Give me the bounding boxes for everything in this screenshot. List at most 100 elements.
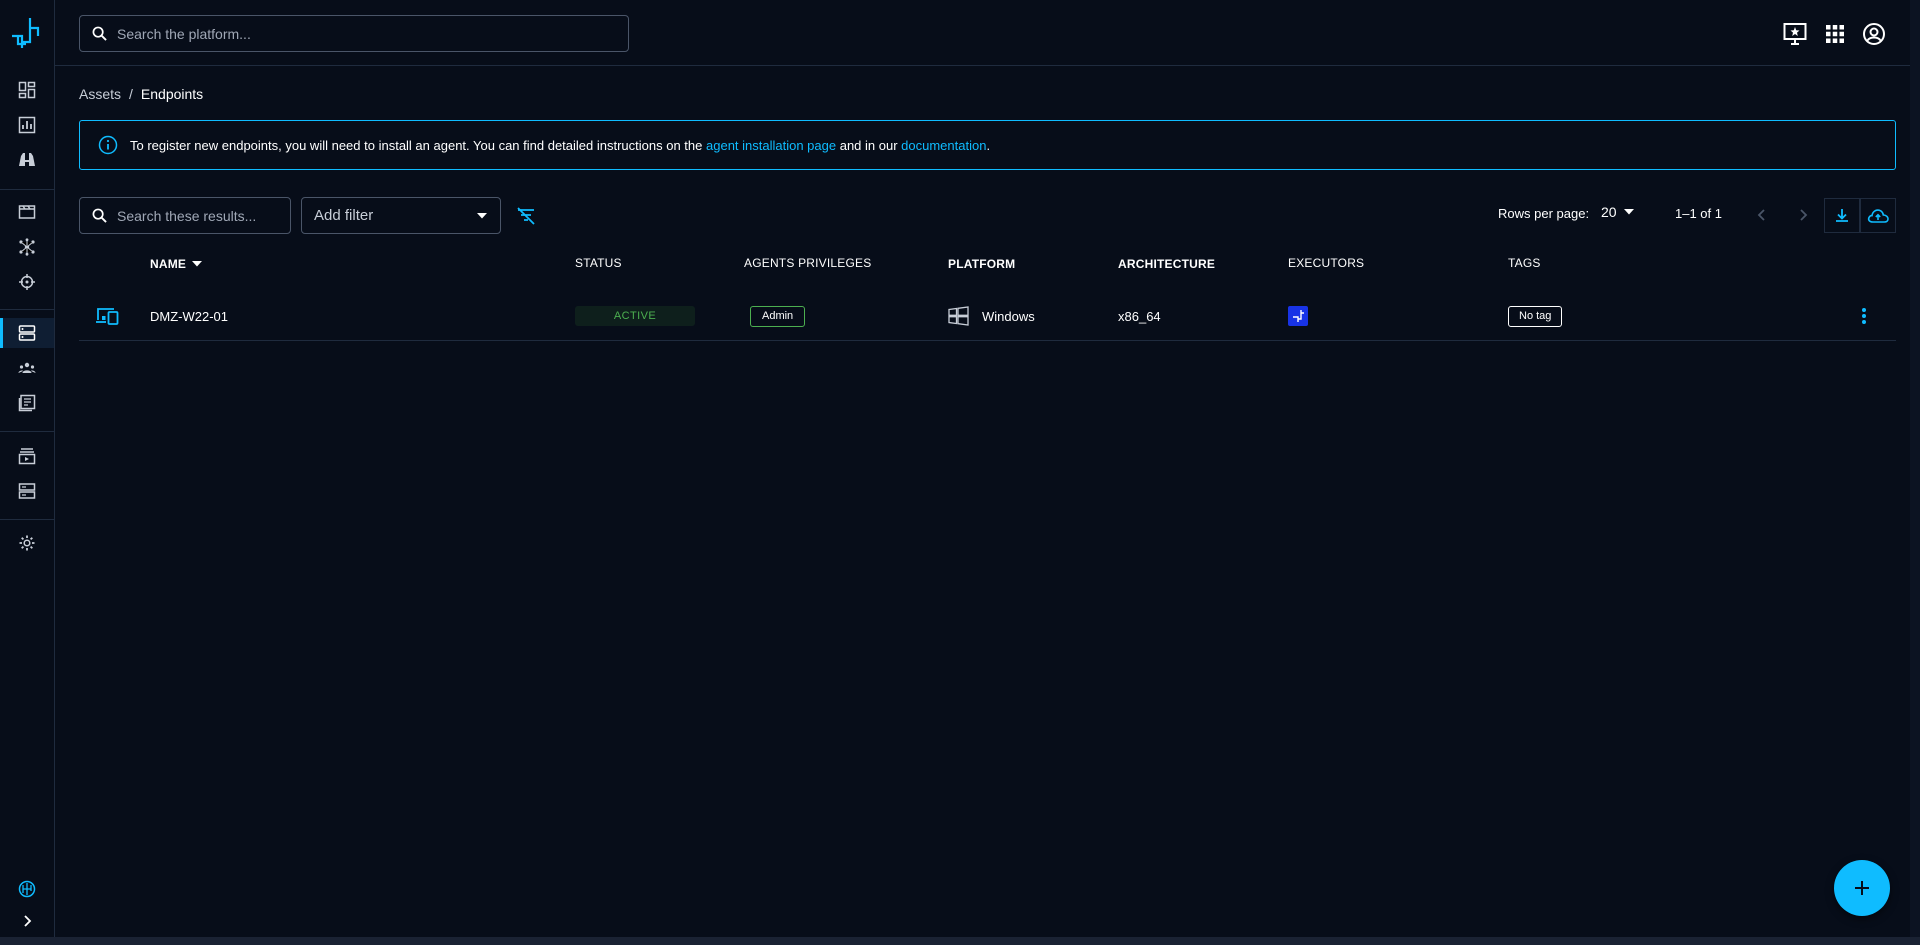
agent-installation-link[interactable]: agent installation page [706, 138, 836, 153]
chevron-right-icon [24, 915, 32, 927]
import-button[interactable] [1860, 198, 1896, 233]
info-icon [98, 135, 118, 155]
column-header-executors[interactable]: EXECUTORS [1288, 256, 1364, 270]
sidebar-item-atomic-testing[interactable] [0, 267, 54, 297]
column-header-status[interactable]: STATUS [575, 256, 622, 270]
endpoints-icon [18, 325, 36, 341]
column-header-tags[interactable]: TAGS [1508, 256, 1541, 270]
breadcrumb-separator: / [129, 86, 133, 102]
sidebar-item-findings[interactable] [0, 145, 54, 175]
gear-icon [19, 535, 35, 551]
column-header-platform[interactable]: PLATFORM [948, 257, 1015, 271]
servers-icon [18, 483, 36, 499]
privileges-cell: Admin [750, 291, 806, 341]
download-icon [1836, 208, 1848, 222]
vertical-scrollbar[interactable] [1910, 0, 1920, 937]
platform-name: Windows [982, 308, 1035, 324]
ask-ai-button[interactable] [1783, 21, 1809, 47]
caret-down-icon [1623, 209, 1634, 215]
analytics-icon [18, 116, 36, 134]
filigran-logo-icon[interactable] [8, 14, 46, 52]
breadcrumb: Assets / Endpoints [79, 86, 203, 102]
sidebar-item-platform[interactable] [0, 476, 54, 506]
scenarios-icon [18, 205, 36, 219]
sidebar-item-home[interactable] [0, 75, 54, 105]
plus-icon [1855, 881, 1869, 895]
endpoint-devices-icon [96, 308, 119, 325]
sort-down-icon [192, 261, 203, 267]
results-search[interactable] [79, 197, 291, 234]
executors-cell [1288, 291, 1308, 341]
add-filter-select[interactable]: Add filter [301, 197, 501, 234]
rows-per-page-select[interactable]: 20 [1601, 204, 1635, 220]
more-vertical-icon [1862, 308, 1866, 324]
pagination-range: 1–1 of 1 [1675, 206, 1722, 221]
privilege-badge: Admin [750, 305, 806, 327]
top-bar [55, 0, 1920, 66]
architecture-value: x86_64 [1118, 308, 1161, 324]
platform-cell: Windows [948, 291, 1035, 341]
tags-cell: No tag [1508, 291, 1563, 341]
sidebar-item-analytics[interactable] [0, 110, 54, 140]
column-header-name[interactable]: NAME [150, 257, 203, 271]
sidebar-item-assets[interactable] [0, 318, 54, 348]
cloud-upload-icon [1867, 208, 1889, 223]
sidebar-item-components[interactable] [0, 388, 54, 418]
global-search-input[interactable] [117, 25, 597, 42]
results-search-input[interactable] [117, 207, 277, 224]
teams-icon [18, 362, 36, 373]
openbas-executor-icon [1288, 306, 1308, 326]
chevron-right-icon [1800, 209, 1808, 221]
clear-filters-icon[interactable] [515, 205, 537, 227]
previous-page-button[interactable] [1751, 204, 1773, 226]
rows-per-page-value: 20 [1601, 204, 1617, 220]
sidebar-item-integrations[interactable] [0, 441, 54, 471]
add-filter-label: Add filter [314, 207, 374, 224]
alert-text-before: To register new endpoints, you will need… [130, 137, 706, 153]
account-icon [1863, 23, 1885, 45]
sidebar-item-teams[interactable] [0, 353, 54, 383]
table-row[interactable]: DMZ-W22-01 ACTIVE Admin Windows x86_64 N… [79, 291, 1896, 341]
windows-icon [948, 306, 969, 326]
injectors-icon [18, 448, 36, 465]
crosshair-icon [19, 274, 35, 290]
alert-message: To register new endpoints, you will need… [130, 138, 990, 153]
breadcrumb-endpoints: Endpoints [140, 86, 204, 102]
account-button[interactable] [1861, 21, 1887, 47]
search-icon [92, 26, 107, 41]
sidebar-divider [0, 189, 54, 190]
sidebar-item-scenarios[interactable] [0, 196, 54, 226]
tag-badge: No tag [1508, 305, 1563, 327]
globe-icon [18, 880, 36, 898]
sidebar-divider [0, 431, 54, 432]
apps-button[interactable] [1822, 21, 1848, 47]
sidebar [0, 0, 55, 945]
sidebar-expand-button[interactable] [0, 906, 54, 936]
monitor-star-icon [1783, 23, 1807, 45]
horizontal-scrollbar[interactable] [0, 937, 1920, 945]
sidebar-item-filigran[interactable] [0, 874, 54, 904]
status-badge: ACTIVE [575, 306, 695, 326]
rows-per-page-label: Rows per page: [1498, 206, 1590, 221]
row-actions-button[interactable] [1849, 291, 1879, 341]
network-icon [19, 238, 35, 256]
sidebar-item-simulations[interactable] [0, 232, 54, 262]
sidebar-divider [0, 519, 54, 520]
column-header-architecture[interactable]: ARCHITECTURE [1118, 257, 1215, 271]
search-icon [92, 208, 107, 223]
sidebar-divider [0, 309, 54, 310]
apps-grid-icon [1826, 25, 1844, 43]
global-search[interactable] [79, 15, 629, 52]
export-button[interactable] [1824, 198, 1860, 233]
next-page-button[interactable] [1792, 204, 1814, 226]
sidebar-item-settings[interactable] [0, 528, 54, 558]
breadcrumb-assets[interactable]: Assets [79, 86, 121, 102]
alert-text-middle: and in our [836, 137, 902, 153]
column-header-privileges[interactable]: AGENTS PRIVILEGES [744, 256, 871, 270]
column-header-name-label: NAME [150, 257, 187, 271]
create-endpoint-button[interactable] [1834, 860, 1890, 916]
endpoint-name[interactable]: DMZ-W22-01 [150, 291, 228, 341]
row-type-cell [95, 291, 119, 341]
documentation-link[interactable]: documentation [901, 138, 986, 153]
binoculars-icon [19, 153, 35, 166]
